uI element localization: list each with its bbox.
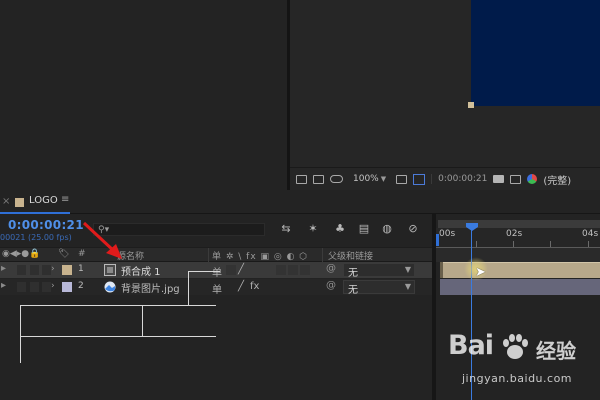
parent-dropdown[interactable]: 无 ▼	[343, 263, 415, 279]
quality-switch[interactable]: ╱	[238, 281, 244, 292]
ruler-label: 04s	[582, 229, 599, 239]
mouse-cursor-icon: ➤	[475, 265, 486, 280]
comp-color-swatch	[15, 198, 24, 207]
video-toggle-icon[interactable]: ▸	[1, 263, 6, 274]
parent-link-header[interactable]: 父级和链接	[328, 249, 373, 262]
viewer-timecode[interactable]: 0:00:00:21	[431, 174, 487, 184]
label-color-swatch[interactable]	[62, 282, 72, 292]
shy-layers-icon[interactable]: ♣	[333, 222, 347, 236]
layer-row[interactable]: ▸ › 1 预合成 1 单 ╱ @ 无 ▼	[0, 262, 432, 279]
tab-logo[interactable]: LOGO	[29, 195, 58, 206]
ruler-label: 00s	[439, 229, 456, 239]
drawn-line	[20, 305, 21, 363]
column-divider	[208, 248, 209, 262]
parent-dropdown[interactable]: 无 ▼	[343, 280, 415, 296]
snapshot-icon[interactable]	[296, 174, 307, 184]
drawn-line	[20, 336, 216, 337]
layer-column-header: ◉◀▸●🔒 🏷 # 源名称 单 ✲ \ fx ▣ ◎ ◐ ⬡ 父级和链接	[0, 247, 432, 262]
label-color-swatch[interactable]	[62, 265, 72, 275]
zoom-value: 100%	[353, 174, 379, 184]
fx-switch[interactable]: fx	[250, 281, 259, 292]
graph-editor-icon[interactable]: ⊘	[406, 222, 420, 236]
show-snapshot-icon[interactable]	[510, 174, 522, 184]
precomp-icon	[104, 264, 116, 276]
annotation-arrow-icon	[82, 221, 122, 259]
graph-header-strip	[436, 248, 600, 262]
layer-row[interactable]: ▸ › 2 背景图片.jpg 单 ╱ fx @ 无 ▼	[0, 279, 432, 296]
drawn-line	[188, 271, 220, 272]
active-tab-indicator	[0, 212, 70, 214]
solo-toggle[interactable]	[30, 265, 39, 275]
layer-handle[interactable]	[468, 102, 474, 108]
watermark-url: jingyan.baidu.com	[462, 372, 573, 385]
parent-value: 无	[348, 268, 358, 279]
close-tab-icon[interactable]: ×	[2, 196, 10, 207]
drawn-line	[142, 305, 143, 336]
switches-header[interactable]: 单 ✲ \ fx ▣ ◎ ◐ ⬡	[212, 249, 308, 262]
project-panel	[0, 0, 287, 190]
motion-blur-switch[interactable]	[288, 265, 298, 275]
composition-canvas[interactable]	[471, 0, 600, 106]
layer-name[interactable]: 背景图片.jpg	[121, 280, 180, 295]
layer-in-point-handle[interactable]	[440, 262, 443, 278]
expand-layer-icon[interactable]: ›	[51, 264, 55, 274]
region-of-interest-icon[interactable]	[413, 173, 426, 185]
lock-toggle[interactable]	[42, 265, 51, 275]
chevron-down-icon: ▼	[380, 175, 387, 183]
baidu-jingyan-watermark: Bai 经验 jingyan.baidu.com	[448, 330, 598, 398]
viewer-toolbar: 100% ▼ 0:00:00:21 (完整)	[290, 167, 600, 190]
expand-layer-icon[interactable]: ›	[51, 281, 55, 291]
frame-blending-icon[interactable]: ▤	[357, 222, 371, 236]
layer-duration-bar[interactable]	[440, 279, 600, 295]
comp-flowchart-icon[interactable]: ⇆	[279, 222, 293, 236]
paw-logo-icon	[503, 334, 528, 359]
drawn-line	[188, 271, 189, 305]
motion-blur-icon[interactable]: ◍	[380, 222, 394, 236]
av-features-icons[interactable]: ◉◀▸●🔒	[2, 249, 40, 259]
composition-viewer[interactable]: 100% ▼ 0:00:00:21 (完整)	[290, 0, 600, 190]
frame-rate-info: 00021 (25.00 fps)	[0, 233, 72, 242]
zoom-dropdown[interactable]: 100% ▼	[349, 174, 390, 184]
camera-icon[interactable]	[493, 175, 505, 183]
solo-toggle[interactable]	[30, 282, 39, 292]
layer-number: 1	[78, 264, 84, 274]
timeline-tab-bar: × LOGO ≡	[0, 190, 600, 214]
chevron-down-icon: ▼	[404, 265, 411, 274]
chevron-down-icon: ▼	[404, 282, 411, 291]
mask-visibility-icon[interactable]	[330, 175, 343, 183]
drawn-line	[20, 305, 216, 306]
collapse-switch[interactable]	[226, 265, 236, 275]
column-divider	[322, 248, 323, 262]
audio-toggle[interactable]	[17, 282, 26, 292]
panel-menu-icon[interactable]: ≡	[61, 194, 69, 205]
layer-number: 2	[78, 281, 84, 291]
parent-value: 无	[348, 285, 358, 296]
audio-toggle[interactable]	[17, 265, 26, 275]
watermark-brand: Bai	[448, 330, 494, 361]
label-column-icon[interactable]: 🏷	[58, 249, 69, 259]
video-toggle-icon[interactable]: ▸	[1, 280, 6, 291]
adjustment-switch[interactable]	[300, 265, 310, 275]
image-file-icon	[104, 281, 116, 293]
time-ruler[interactable]: 00s 02s 04s	[436, 228, 600, 248]
lock-toggle[interactable]	[42, 282, 51, 292]
quality-switch[interactable]: ╱	[238, 264, 244, 275]
shy-switch[interactable]: 单	[212, 281, 222, 296]
work-area-bar[interactable]	[438, 220, 600, 228]
color-channel-icon[interactable]	[527, 174, 538, 184]
layer-name[interactable]: 预合成 1	[121, 263, 161, 278]
draft-3d-icon[interactable]: ✶	[306, 222, 320, 236]
pickwhip-icon[interactable]: @	[326, 263, 336, 274]
watermark-brand-suffix: 经验	[536, 339, 576, 363]
current-time-display[interactable]: 0:00:00:21	[8, 218, 84, 232]
ruler-label: 02s	[506, 229, 523, 239]
resolution-dropdown[interactable]: (完整)	[543, 172, 571, 187]
grid-icon[interactable]	[396, 174, 408, 184]
monitor-icon[interactable]	[313, 174, 324, 184]
comp-start-marker	[436, 234, 439, 246]
pickwhip-icon[interactable]: @	[326, 280, 336, 291]
effects-switch[interactable]	[276, 265, 286, 275]
